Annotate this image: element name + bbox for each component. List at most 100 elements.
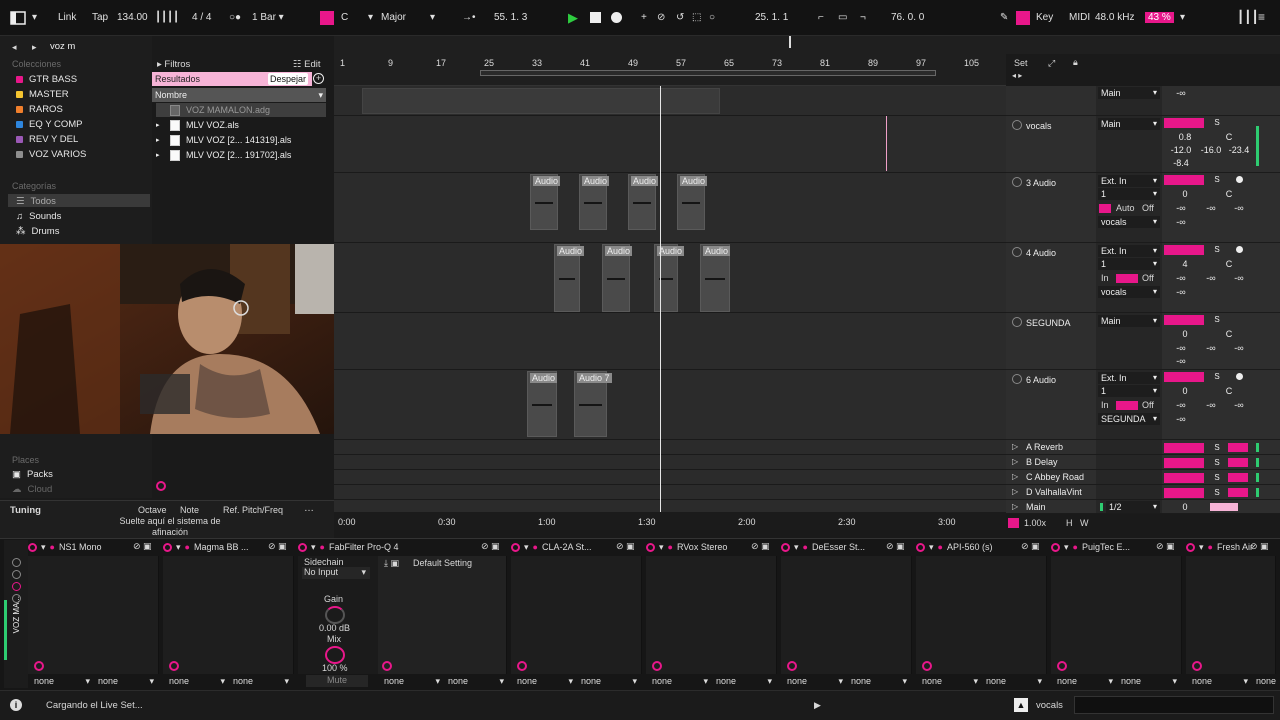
quantize-select[interactable]: 1 Bar ▾ xyxy=(252,12,284,23)
routing-select[interactable]: none ▾ xyxy=(448,676,508,686)
tempo-field[interactable]: 134.00 xyxy=(117,12,148,23)
device-header[interactable]: ▾ ● FabFilter Pro-Q 4 xyxy=(298,540,399,554)
play-icon[interactable]: ▷ xyxy=(1012,457,1018,466)
device-panel[interactable] xyxy=(1051,556,1182,674)
punch-in-icon[interactable]: ⌐ xyxy=(818,12,824,23)
main-waveform[interactable] xyxy=(362,88,720,114)
return-track[interactable]: ▷ A Reverb S xyxy=(1006,440,1280,455)
mute-button[interactable]: Mute xyxy=(306,675,368,687)
solo-button[interactable]: S xyxy=(1208,472,1226,483)
file-row[interactable]: ▸ MLV VOZ.als xyxy=(156,118,326,132)
device-panel[interactable] xyxy=(163,556,294,674)
loop-start[interactable]: 25. 1. 1 xyxy=(755,12,788,23)
scale-icon[interactable] xyxy=(320,11,334,25)
device-power-icon[interactable] xyxy=(163,542,172,552)
volume-value[interactable]: 0 xyxy=(1168,329,1202,339)
post-button[interactable] xyxy=(1228,473,1248,482)
audio-clip[interactable]: Audio xyxy=(654,244,685,312)
song-position[interactable]: 55. 1. 3 xyxy=(494,12,527,23)
channel-select[interactable]: 1 xyxy=(1098,258,1160,270)
macro-knob-icon[interactable] xyxy=(1057,661,1067,671)
preview-icon[interactable] xyxy=(156,481,166,491)
solo-button[interactable]: S xyxy=(1208,117,1226,128)
beat-ruler[interactable]: 1 9 17 25 33 41 49 57 65 73 81 89 97 105 xyxy=(334,54,1006,86)
play-status-icon[interactable]: ▶ xyxy=(814,700,821,711)
macro-knob-icon[interactable] xyxy=(652,661,662,671)
audio-clip[interactable]: Audio xyxy=(700,244,731,312)
edit-button[interactable]: ☷ Edit xyxy=(293,59,321,70)
macro-knob-icon[interactable] xyxy=(382,661,392,671)
play-icon[interactable]: ▶ xyxy=(568,10,578,26)
category-sounds[interactable]: ♫ Sounds xyxy=(16,211,61,222)
midi-map-button[interactable]: MIDI xyxy=(1069,12,1090,23)
solo-button[interactable]: S xyxy=(1208,371,1226,382)
pan-value[interactable]: C xyxy=(1212,189,1246,199)
device-header[interactable]: ▾ ● PuigTec E... xyxy=(1051,540,1130,554)
output-select[interactable]: vocals xyxy=(1098,216,1160,228)
expand-icon[interactable]: ▸ xyxy=(156,151,164,159)
arm-icon[interactable] xyxy=(1236,176,1243,183)
channel-select[interactable]: 1 xyxy=(1098,188,1160,200)
mix-knob[interactable] xyxy=(325,646,345,664)
volume-value[interactable]: 0.8 xyxy=(1168,132,1202,142)
track-4-audio[interactable]: 4 Audio Ext. In 1 In Off vocals S 4 C -∞… xyxy=(1006,243,1280,313)
output-select[interactable]: Main xyxy=(1098,118,1160,130)
loop-brace[interactable] xyxy=(480,70,936,76)
output-select[interactable]: 1/2 xyxy=(1106,501,1160,513)
track-activator[interactable] xyxy=(1164,473,1204,483)
arm-icon[interactable] xyxy=(1236,246,1243,253)
input-select[interactable]: Ext. In xyxy=(1098,372,1160,384)
fold-icon[interactable] xyxy=(1012,177,1022,187)
link-button[interactable]: Link xyxy=(58,12,76,23)
device-header[interactable]: ▾ ● Magma BB ... xyxy=(163,540,249,554)
track-activator[interactable] xyxy=(1164,118,1204,128)
send-a[interactable]: -∞ xyxy=(1164,273,1198,283)
key-map-button[interactable]: Key xyxy=(1036,12,1053,23)
macro-knob-icon[interactable] xyxy=(34,661,44,671)
macro-knob-icon[interactable] xyxy=(787,661,797,671)
track-activator[interactable] xyxy=(1164,443,1204,453)
pan-value[interactable]: C xyxy=(1212,259,1246,269)
track-up-icon[interactable]: ▲ xyxy=(1014,698,1028,712)
device-header[interactable]: ▾ ● RVox Stereo xyxy=(646,540,727,554)
device-fold-icon[interactable]: ▾ xyxy=(1064,542,1069,553)
device-header[interactable]: ▾ ● API-560 (s) xyxy=(916,540,992,554)
output-select[interactable]: Main xyxy=(1098,315,1160,327)
send-d[interactable]: -∞ xyxy=(1164,287,1198,297)
device-power-icon[interactable] xyxy=(1051,542,1060,552)
device-panel[interactable] xyxy=(916,556,1047,674)
device-settings-icon[interactable]: ⊘ ▣ xyxy=(268,541,287,552)
expand-icon[interactable]: ▸ xyxy=(156,136,164,144)
device-header[interactable]: ▾ ● DeEsser St... xyxy=(781,540,865,554)
solo-button[interactable]: S xyxy=(1208,442,1226,453)
fold-icon[interactable] xyxy=(1012,374,1022,384)
audio-clip[interactable]: Audio xyxy=(628,174,659,230)
capture-icon[interactable]: ⬚ xyxy=(692,12,701,23)
solo-button[interactable]: S xyxy=(1208,244,1226,255)
send-c[interactable]: -∞ xyxy=(1222,400,1256,410)
routing-select[interactable]: none ▾ xyxy=(922,676,982,686)
device-fold-icon[interactable]: ▾ xyxy=(659,542,664,553)
device-settings-icon[interactable]: ⊘ ▣ xyxy=(1250,541,1269,552)
zoom-icon[interactable] xyxy=(1008,518,1019,528)
audio-clip[interactable]: Audio xyxy=(530,174,561,230)
macro-knob-icon[interactable] xyxy=(922,661,932,671)
monitor-in-icon[interactable] xyxy=(1099,204,1111,213)
expand-icon[interactable]: ▸ xyxy=(156,121,164,129)
play-icon[interactable]: ▷ xyxy=(1012,502,1018,511)
solo-button[interactable]: S xyxy=(1208,314,1226,325)
clear-results-button[interactable]: Despejar xyxy=(268,73,308,85)
nav-right-icon[interactable]: ▸ xyxy=(32,42,37,53)
device-settings-icon[interactable]: ⊘ ▣ xyxy=(481,541,500,552)
monitor-auto[interactable]: Auto xyxy=(1116,203,1135,213)
device-settings-icon[interactable]: ⊘ ▣ xyxy=(133,541,152,552)
width-button[interactable]: W xyxy=(1080,518,1089,528)
expand-arrows-icon[interactable]: ⤢ xyxy=(1048,58,1055,69)
return-track[interactable]: ▷ C Abbey Road S xyxy=(1006,470,1280,485)
key-select[interactable]: C xyxy=(341,12,348,23)
file-row[interactable]: VOZ MAMALON.adg xyxy=(156,103,326,117)
track-master[interactable]: ▷ Main 1/2 0 xyxy=(1006,500,1280,514)
lane-return-b[interactable] xyxy=(334,455,1006,470)
chain-toggle-icon[interactable] xyxy=(12,558,21,567)
place-cloud[interactable]: ☁ Cloud xyxy=(12,484,52,495)
